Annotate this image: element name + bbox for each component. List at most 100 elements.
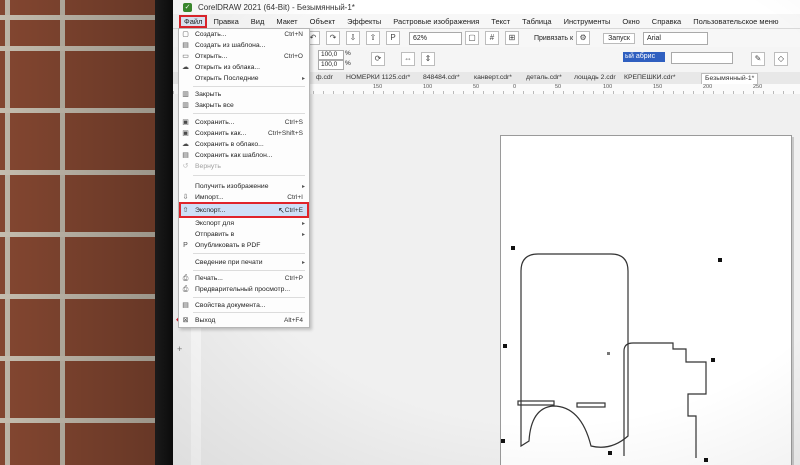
monitor-bezel [155,0,173,465]
mirror-h-icon[interactable]: ⇔ [401,52,415,66]
menu-tools[interactable]: Инструменты [558,17,617,26]
menu-view[interactable]: Вид [245,17,271,26]
menu-item-shortcut: Alt+F4 [284,317,303,324]
doc-tab[interactable]: 848484.cdr* [420,73,463,83]
snap-to-dropdown[interactable]: Привязать к [534,35,573,42]
menu-custom[interactable]: Пользовательское меню [687,17,784,26]
menu-item-label: Импорт... [195,194,224,201]
brick-wall-background [0,0,155,465]
menu-text[interactable]: Текст [485,17,516,26]
blank-icon [181,74,190,83]
pdf-icon: P [183,242,188,249]
node-icon[interactable]: ◇ [774,52,788,66]
menu-item-save-to-cloud[interactable]: ☁ Сохранить в облако... [179,139,309,150]
menu-item-acquire-image[interactable]: Получить изображение ▸ [179,181,309,192]
menu-item-close[interactable]: ▥ Закрыть [179,89,309,100]
submenu-arrow-icon: ▸ [301,260,305,266]
menu-bitmaps[interactable]: Растровые изображения [387,17,485,26]
import-toolbar-icon[interactable]: ⇩ [346,31,360,45]
submenu-arrow-icon: ▸ [301,232,305,238]
document-page[interactable] [500,135,792,465]
menu-item-save[interactable]: ▣ Сохранить... Ctrl+S [179,117,309,128]
redo-icon[interactable]: ↷ [326,31,340,45]
menu-item-export-for[interactable]: Экспорт для ▸ [179,218,309,229]
menu-item-open[interactable]: ▭ Открыть... Ctrl+O [179,51,309,62]
menu-file[interactable]: Файл [179,14,208,28]
menu-item-new-from-template[interactable]: ▤ Создать из шаблона... [179,40,309,51]
menu-table[interactable]: Таблица [516,17,557,26]
pdf-toolbar-icon[interactable]: P [386,31,400,45]
add-tool-icon[interactable]: + [177,344,182,354]
percent-sign-h: % [345,60,351,67]
menu-item-close-all[interactable]: ▥ Закрыть все [179,100,309,111]
menu-separator [193,297,305,298]
menu-item-new[interactable]: ▢ Создать... Ctrl+N [179,29,309,40]
menu-item-send-to[interactable]: Отправить в ▸ [179,229,309,240]
menu-edit[interactable]: Правка [207,17,244,26]
doc-tab[interactable]: канверт.cdr* [471,73,515,83]
mouse-cursor-icon: ↖ [278,206,285,215]
menu-item-label: Выход [195,317,216,324]
pen-icon[interactable]: ✎ [751,52,765,66]
ruler-mark: 0 [513,84,517,90]
doc-tab[interactable]: ф.cdr [313,73,336,83]
menu-item-shortcut: Ctrl+I [287,194,303,201]
guides-icon[interactable]: ⊞ [505,31,519,45]
menu-item-exit[interactable]: ⊠ Выход Alt+F4 [179,315,309,326]
menu-item-label: Экспорт для [195,220,235,227]
open-folder-icon: ▭ [182,53,189,60]
doc-tab[interactable]: лощадь 2.cdr [571,73,619,83]
menu-item-save-as[interactable]: ▣ Сохранить как... Ctrl+Shift+S [179,128,309,139]
menu-item-label: Печать... [195,275,223,282]
menu-separator [193,270,305,271]
template-icon: ▤ [182,42,189,49]
menu-window[interactable]: Окно [616,17,645,26]
menu-item-open-from-cloud[interactable]: ☁ Открыть из облака... [179,62,309,73]
menu-item-print[interactable]: ⎙ Печать... Ctrl+P [179,273,309,284]
doc-tab-active[interactable]: Безымянный-1* [701,73,759,84]
menu-effects[interactable]: Эффекты [341,17,387,26]
ruler-mark: 100 [603,84,613,90]
outline-style-field[interactable]: ый абрис [623,52,665,62]
cloud-icon: ☁ [182,64,189,71]
menu-help[interactable]: Справка [646,17,687,26]
menu-bar: Файл Правка Вид Макет Объект Эффекты Рас… [173,14,800,29]
outline-width-select[interactable] [671,52,733,64]
launch-dropdown[interactable]: Запуск [603,32,635,44]
menu-item-print-merge[interactable]: Сведение при печати ▸ [179,257,309,268]
menu-item-print-preview[interactable]: ⎙ Предварительный просмотр... [179,284,309,295]
menu-item-open-recent[interactable]: Открыть Последние ▸ [179,73,309,84]
doc-tab[interactable]: НОМЕРКИ 1125.cdr* [343,73,413,83]
gear-icon[interactable]: ⚙ [576,31,591,45]
doc-tab[interactable]: деталь.cdr* [523,73,565,83]
export-toolbar-icon[interactable]: ⇧ [366,31,380,45]
menu-item-revert: ↺ Вернуть [179,161,309,172]
menu-object[interactable]: Объект [304,17,342,26]
selection-handle [608,451,612,455]
mirror-v-icon[interactable]: ⇕ [421,52,435,66]
menu-item-export[interactable]: ⇧ Экспорт... ↖ Ctrl+E [179,205,309,216]
rotate-icon[interactable]: ⟳ [371,52,385,66]
scale-width-field[interactable]: 100,0 [318,50,344,60]
full-screen-icon[interactable]: ▢ [465,31,479,45]
menu-layout[interactable]: Макет [270,17,303,26]
menu-item-label: Закрыть все [195,102,234,109]
menu-item-label: Сохранить как шаблон... [195,152,273,159]
blank-icon [181,230,190,239]
menu-item-import[interactable]: ⇩ Импорт... Ctrl+I [179,192,309,203]
submenu-arrow-icon: ▸ [301,184,305,190]
zoom-level-field[interactable]: 62% [409,31,462,45]
menu-item-label: Закрыть [195,91,222,98]
grid-icon[interactable]: # [485,31,499,45]
scale-height-field[interactable]: 100,0 [318,60,344,70]
slot-left [517,400,555,406]
ruler-mark: 150 [653,84,663,90]
menu-item-shortcut: Ctrl+N [284,31,303,38]
menu-item-save-as-template[interactable]: ▤ Сохранить как шаблон... [179,150,309,161]
menu-item-document-properties[interactable]: ▤ Свойства документа... [179,300,309,311]
save-template-icon: ▤ [182,152,189,159]
menu-separator [193,86,305,87]
menu-item-publish-pdf[interactable]: P Опубликовать в PDF [179,240,309,251]
font-select[interactable]: Arial [642,31,708,45]
doc-tab[interactable]: КРЕПЕШКИ.cdr* [621,73,679,83]
